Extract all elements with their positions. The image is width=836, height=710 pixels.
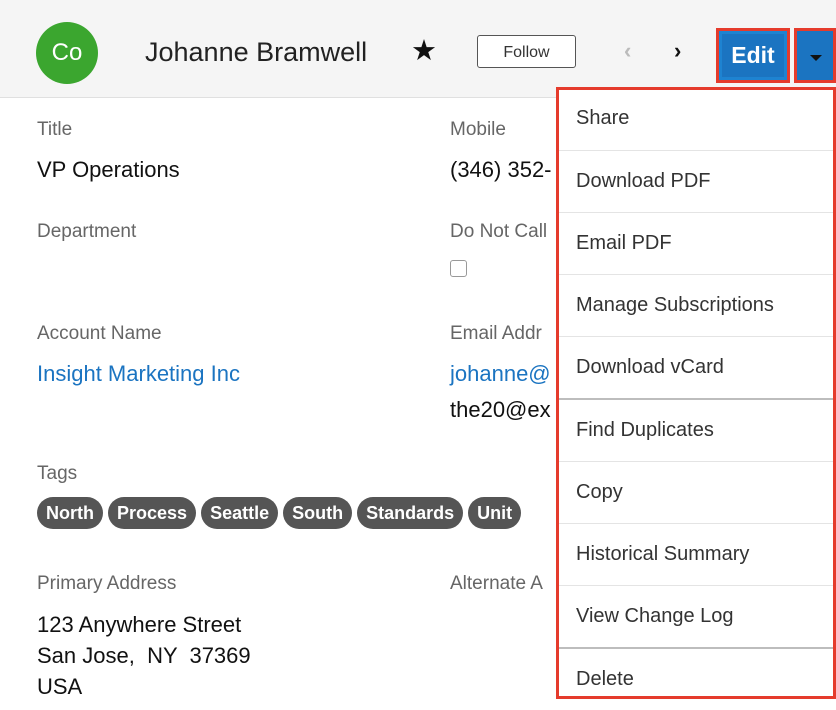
alternate-address-label: Alternate A [450, 573, 543, 594]
primary-address-city: San Jose, NY 37369 [37, 643, 251, 668]
menu-item-historical-summary[interactable]: Historical Summary [559, 524, 833, 586]
mobile-value: (346) 352- [450, 157, 552, 182]
edit-button-label: Edit [722, 34, 784, 77]
tag[interactable]: South [283, 497, 353, 529]
department-label: Department [37, 221, 137, 242]
do-not-call-label: Do Not Call [450, 221, 548, 242]
avatar: Co [36, 22, 98, 84]
primary-address-label: Primary Address [37, 573, 177, 594]
menu-item-delete[interactable]: Delete [559, 649, 833, 710]
record-header: Co Johanne Bramwell ★ Follow ‹ › Edit [0, 0, 836, 98]
email-primary-link[interactable]: johanne@ [450, 361, 551, 387]
menu-item-email-pdf[interactable]: Email PDF [559, 213, 833, 275]
menu-item-download-vcard[interactable]: Download vCard [559, 337, 833, 400]
title-value: VP Operations [37, 157, 180, 182]
menu-item-manage-subscriptions[interactable]: Manage Subscriptions [559, 275, 833, 337]
primary-address-country: USA [37, 674, 83, 699]
actions-menu: Share Download PDF Email PDF Manage Subs… [556, 87, 836, 699]
menu-item-copy[interactable]: Copy [559, 462, 833, 524]
email-secondary: the20@ex [450, 397, 551, 422]
edit-button[interactable]: Edit [716, 28, 790, 83]
tag-list: North Process Seattle South Standards Unit [37, 497, 526, 529]
chevron-right-icon[interactable]: › [674, 38, 681, 64]
account-name-label: Account Name [37, 323, 162, 344]
email-label: Email Addr [450, 323, 542, 344]
tag[interactable]: Unit [468, 497, 522, 529]
tags-label: Tags [37, 463, 78, 484]
follow-button[interactable]: Follow [477, 35, 576, 68]
tag[interactable]: Seattle [201, 497, 279, 529]
record-name: Johanne Bramwell [145, 37, 368, 67]
mobile-label: Mobile [450, 119, 506, 140]
menu-item-view-change-log[interactable]: View Change Log [559, 586, 833, 649]
do-not-call-checkbox[interactable] [450, 260, 467, 277]
primary-address-street: 123 Anywhere Street [37, 612, 242, 637]
actions-dropdown-toggle[interactable] [794, 28, 836, 83]
menu-item-download-pdf[interactable]: Download PDF [559, 151, 833, 213]
tag[interactable]: North [37, 497, 103, 529]
account-name-link[interactable]: Insight Marketing Inc [37, 361, 240, 387]
tag[interactable]: Process [108, 497, 197, 529]
star-icon[interactable]: ★ [411, 33, 437, 68]
title-label: Title [37, 119, 73, 140]
chevron-left-icon[interactable]: ‹ [624, 38, 631, 64]
menu-item-share[interactable]: Share [559, 90, 833, 151]
tag[interactable]: Standards [357, 497, 464, 529]
menu-item-find-duplicates[interactable]: Find Duplicates [559, 400, 833, 462]
